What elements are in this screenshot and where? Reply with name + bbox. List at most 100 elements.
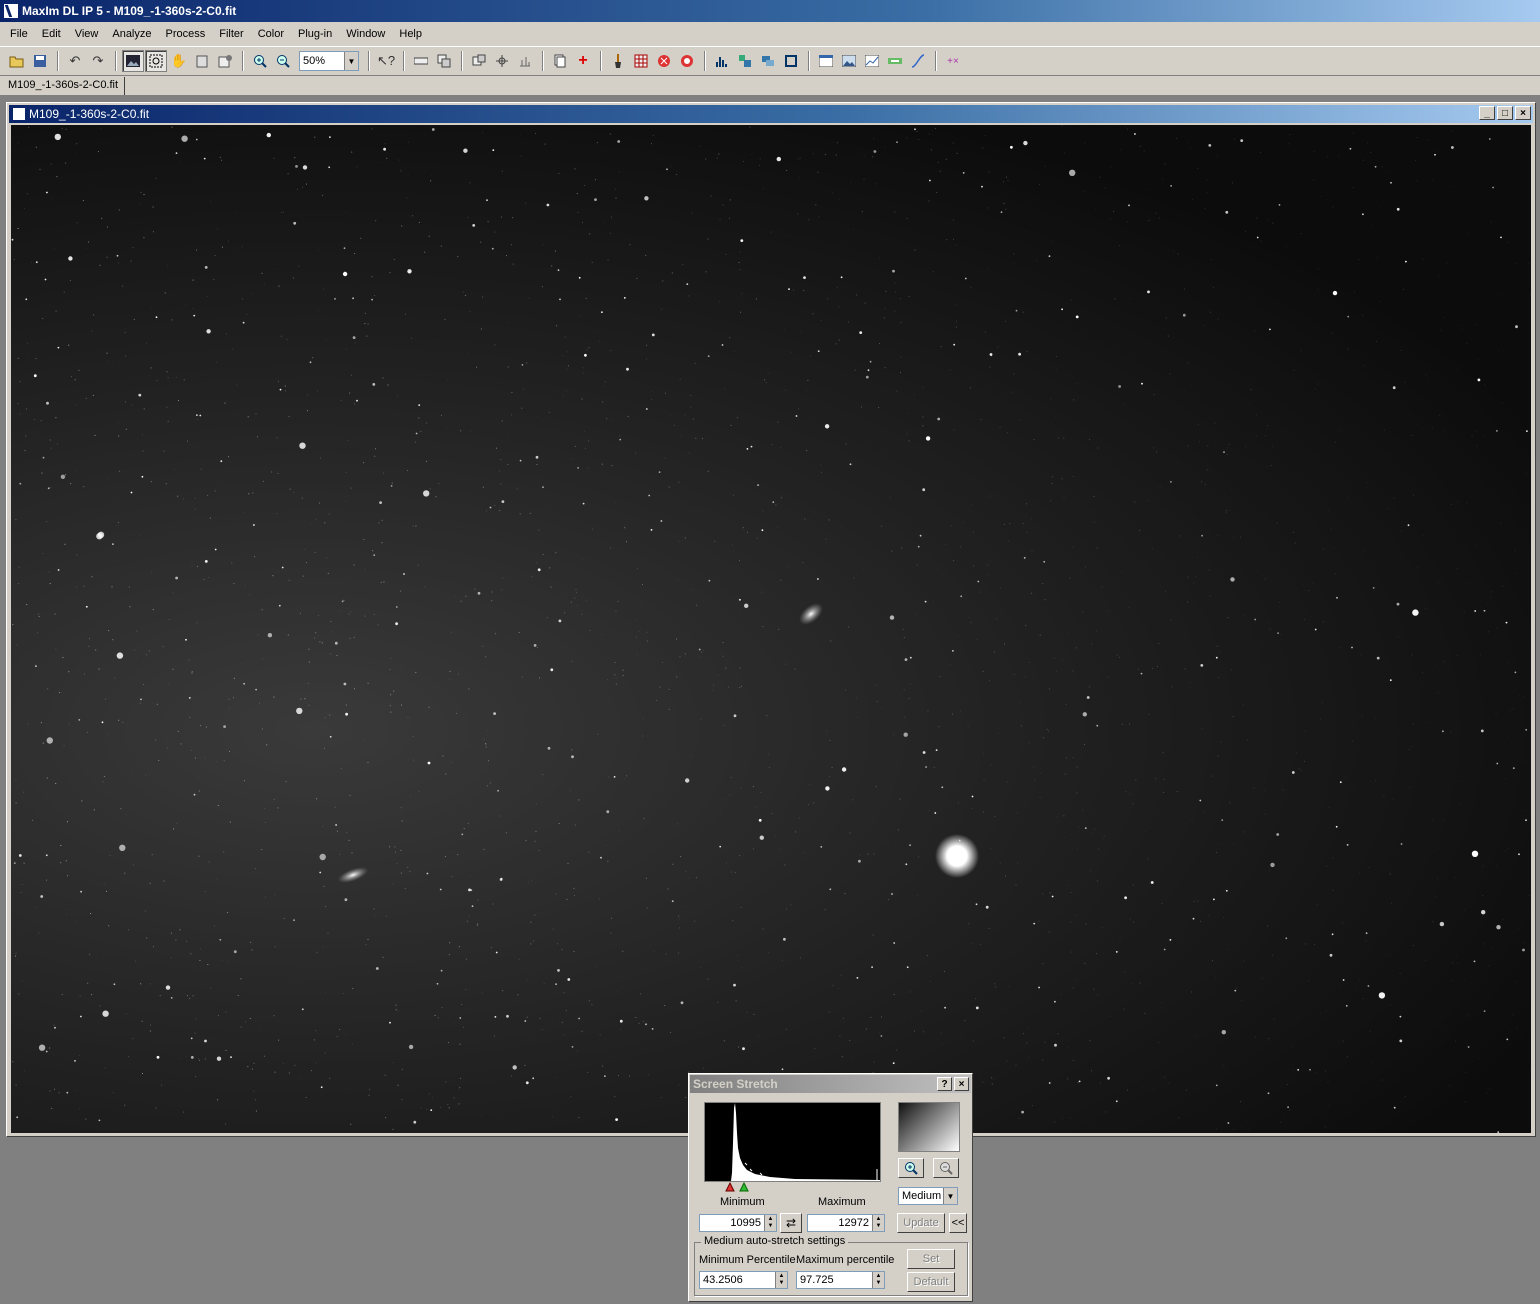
properties-icon[interactable]	[214, 50, 236, 72]
menu-process[interactable]: Process	[166, 28, 206, 40]
menu-color[interactable]: Color	[258, 28, 284, 40]
save-icon[interactable]	[29, 50, 51, 72]
overlay-icon[interactable]	[757, 50, 779, 72]
noise-pixel	[354, 688, 355, 690]
menu-analyze[interactable]: Analyze	[112, 28, 151, 40]
menu-file[interactable]: File	[10, 28, 28, 40]
close-button[interactable]: ×	[954, 1077, 969, 1091]
tab-m109-image[interactable]: M109_-1-360s-2-C0.fit	[2, 77, 126, 95]
noise-pixel	[1046, 728, 1048, 730]
align-icon[interactable]	[491, 50, 513, 72]
undo-icon[interactable]: ↶	[64, 50, 86, 72]
redo-icon[interactable]: ↷	[87, 50, 109, 72]
image-view-icon[interactable]	[122, 50, 144, 72]
calibrate-icon[interactable]	[514, 50, 536, 72]
zoom-in-icon[interactable]	[898, 1158, 924, 1178]
select-region-icon[interactable]	[145, 50, 167, 72]
copy-icon[interactable]	[549, 50, 571, 72]
noise-pixel	[973, 565, 974, 567]
default-button[interactable]: Default	[907, 1272, 955, 1292]
arithmetic-icon[interactable]: +×	[942, 50, 964, 72]
noise-pixel	[326, 339, 328, 341]
chevron-down-icon[interactable]: ▼	[943, 1188, 957, 1204]
star	[985, 905, 989, 909]
swap-icon[interactable]: ⇄	[780, 1213, 802, 1233]
window-icon[interactable]	[815, 50, 837, 72]
noise-pixel	[42, 318, 44, 319]
information-icon[interactable]	[734, 50, 756, 72]
noise-pixel	[564, 612, 566, 614]
maximum-spinner[interactable]: ▲ ▼	[872, 1215, 884, 1231]
astronomy-image-canvas[interactable]	[11, 125, 1531, 1133]
noise-pixel	[261, 272, 263, 274]
clipboard-icon[interactable]	[191, 50, 213, 72]
zoom-out-icon[interactable]	[272, 50, 294, 72]
measure-icon[interactable]	[884, 50, 906, 72]
menu-window[interactable]: Window	[346, 28, 385, 40]
noise-pixel	[1093, 521, 1095, 523]
menu-edit[interactable]: Edit	[42, 28, 61, 40]
max-percentile-spinner[interactable]: ▲ ▼	[872, 1272, 884, 1288]
zoom-level-select[interactable]: 50% ▼	[299, 51, 359, 71]
picture-icon[interactable]	[838, 50, 860, 72]
noise-pixel	[1440, 329, 1442, 331]
menu-filter[interactable]: Filter	[219, 28, 243, 40]
pan-hand-icon[interactable]: ✋	[168, 50, 190, 72]
min-percentile-field[interactable]: 43.2506 ▲ ▼	[699, 1271, 788, 1289]
context-help-icon[interactable]: ↖?	[375, 50, 397, 72]
noise-pixel	[324, 717, 326, 719]
minimum-value-field[interactable]: 10995 ▲ ▼	[699, 1214, 777, 1232]
noise-pixel	[245, 1021, 246, 1023]
stretch-markers[interactable]	[725, 1182, 751, 1192]
noise-pixel	[582, 381, 584, 383]
noise-pixel	[130, 260, 132, 262]
noise-pixel	[271, 471, 273, 473]
ruler-icon[interactable]	[410, 50, 432, 72]
image-window-title-bar[interactable]: M109_-1-360s-2-C0.fit _ □ ×	[9, 105, 1533, 123]
stack-icon[interactable]	[433, 50, 455, 72]
histogram-display[interactable]	[704, 1102, 881, 1182]
noise-pixel	[42, 742, 44, 744]
star	[278, 604, 281, 607]
crosshair-icon[interactable]: +	[572, 50, 594, 72]
zoom-in-icon[interactable]	[249, 50, 271, 72]
combine-icon[interactable]	[468, 50, 490, 72]
menu-help[interactable]: Help	[399, 28, 422, 40]
noise-pixel	[1155, 212, 1157, 214]
rectangle-icon[interactable]	[780, 50, 802, 72]
zoom-out-icon[interactable]	[933, 1158, 959, 1178]
noise-pixel	[1400, 350, 1402, 351]
curve-icon[interactable]	[907, 50, 929, 72]
help-button[interactable]: ?	[937, 1077, 952, 1091]
collapse-button[interactable]: <<	[949, 1213, 967, 1233]
folder-open-icon[interactable]	[6, 50, 28, 72]
max-percentile-field[interactable]: 97.725 ▲ ▼	[796, 1271, 885, 1289]
close-icon[interactable]: ×	[1515, 106, 1531, 120]
stretch-mode-select[interactable]: Medium ▼	[898, 1187, 958, 1205]
noise-pixel	[1500, 522, 1502, 524]
deconvolve-icon[interactable]	[676, 50, 698, 72]
minimum-spinner[interactable]: ▲ ▼	[764, 1215, 776, 1231]
noise-pixel	[1168, 487, 1169, 488]
bin-icon[interactable]	[630, 50, 652, 72]
noise-pixel	[901, 547, 903, 549]
menu-view[interactable]: View	[75, 28, 99, 40]
noise-pixel	[922, 1009, 923, 1010]
maximum-value-field[interactable]: 12972 ▲ ▼	[807, 1214, 885, 1232]
update-button[interactable]: Update	[897, 1213, 945, 1233]
noise-pixel	[164, 292, 166, 294]
maximize-icon[interactable]: □	[1497, 106, 1513, 120]
min-percentile-spinner[interactable]: ▲ ▼	[775, 1272, 787, 1288]
graph-icon[interactable]	[861, 50, 883, 72]
chevron-down-icon[interactable]: ▼	[344, 52, 358, 70]
filter-icon[interactable]	[653, 50, 675, 72]
minimize-icon[interactable]: _	[1479, 106, 1495, 120]
set-button[interactable]: Set	[907, 1249, 955, 1269]
brush-icon[interactable]	[607, 50, 629, 72]
star	[824, 424, 830, 429]
histogram-icon[interactable]	[711, 50, 733, 72]
menu-plug-in[interactable]: Plug-in	[298, 28, 332, 40]
noise-pixel	[149, 1030, 151, 1032]
star	[319, 871, 322, 874]
screen-stretch-title-bar[interactable]: Screen Stretch ? ×	[690, 1075, 971, 1093]
